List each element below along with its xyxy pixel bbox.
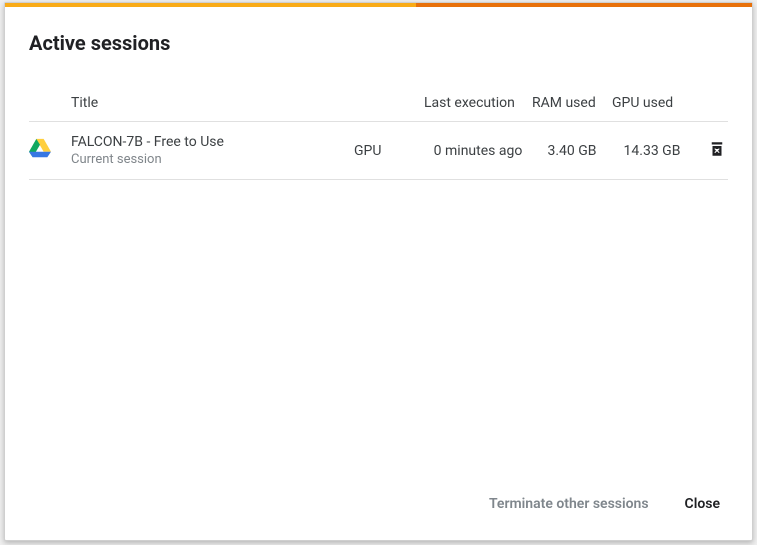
table-header-row: Title Last execution RAM used GPU used [29,87,728,122]
terminate-other-sessions-button[interactable]: Terminate other sessions [485,490,653,518]
session-title-cell: FALCON-7B - Free to Use Current session [71,122,354,180]
session-actions-cell [692,122,728,180]
col-header-last-execution: Last execution [424,87,532,122]
col-header-hardware [354,87,424,122]
session-ram-used: 3.40 GB [532,122,612,180]
col-header-ram-used: RAM used [532,87,612,122]
session-last-execution: 0 minutes ago [424,122,532,180]
session-title: FALCON-7B - Free to Use [71,134,354,150]
dialog-footer: Terminate other sessions Close [5,472,752,540]
col-header-title: Title [71,87,354,122]
table-row[interactable]: FALCON-7B - Free to Use Current session … [29,122,728,180]
dialog-content: Active sessions Title Last execution RAM… [5,7,752,472]
terminate-session-button[interactable] [706,138,728,163]
trash-icon [708,140,726,161]
close-button[interactable]: Close [681,490,724,518]
dialog-title: Active sessions [29,31,728,55]
drive-icon [29,138,51,158]
session-subtitle: Current session [71,152,354,167]
session-hardware: GPU [354,122,424,180]
sessions-table: Title Last execution RAM used GPU used [29,87,728,180]
session-icon-cell [29,122,71,180]
active-sessions-dialog: Active sessions Title Last execution RAM… [4,2,753,541]
col-header-icon [29,87,71,122]
session-gpu-used: 14.33 GB [612,122,692,180]
col-header-actions [692,87,728,122]
col-header-gpu-used: GPU used [612,87,692,122]
